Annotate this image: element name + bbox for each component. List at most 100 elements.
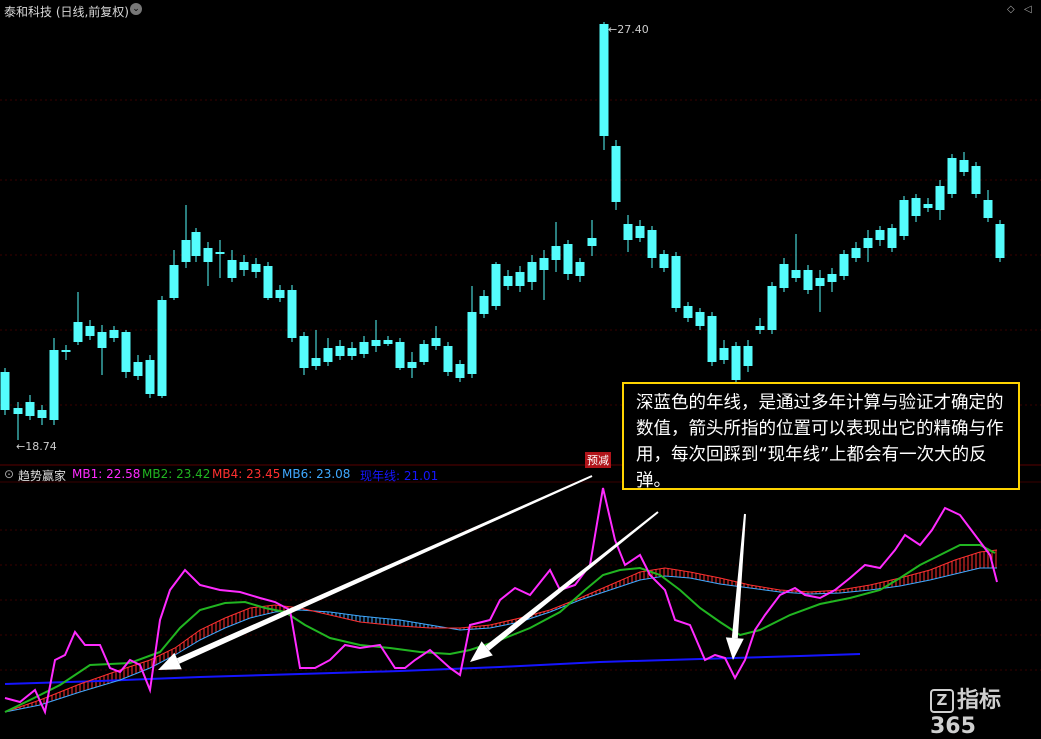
annotation-arrows <box>158 475 746 670</box>
candle <box>551 222 561 272</box>
indicator-lines <box>4 487 998 716</box>
candle <box>287 285 297 342</box>
candle <box>539 250 549 300</box>
candle <box>467 286 477 378</box>
candlestick-series <box>0 22 1005 440</box>
candle <box>359 336 369 358</box>
candle <box>755 318 765 334</box>
low-price-label: ←18.74 <box>16 440 57 453</box>
candle <box>491 262 501 310</box>
candle <box>49 338 59 425</box>
candle <box>935 180 945 220</box>
candle <box>239 255 249 276</box>
candle <box>599 22 609 150</box>
candle <box>899 196 909 240</box>
mb6-value: MB6: 23.08 <box>282 467 351 481</box>
candle <box>719 340 729 364</box>
annotation-box: 深蓝色的年线，是通过多年计算与验证才确定的数值，箭头所指的位置可以表现出它的精确… <box>622 382 1020 491</box>
candle <box>767 282 777 334</box>
candle <box>647 226 657 268</box>
mb-histogram <box>7 550 997 712</box>
candle <box>191 228 201 262</box>
candle <box>0 368 10 415</box>
candle <box>479 290 489 318</box>
candle <box>911 194 921 222</box>
candle <box>923 198 933 212</box>
candle <box>395 338 405 370</box>
candle <box>335 340 345 360</box>
candle <box>263 262 273 300</box>
arrow-icon <box>158 475 593 670</box>
candle <box>251 258 261 278</box>
candle <box>61 345 71 360</box>
watermark-logo: Z 指标365 <box>930 688 1002 739</box>
candle <box>455 360 465 382</box>
candle <box>527 255 537 290</box>
year-line-value: 现年线: 21.01 <box>360 469 439 483</box>
candle <box>611 140 621 210</box>
candle <box>971 162 981 198</box>
candle <box>707 312 717 366</box>
high-price-label: ←27.40 <box>608 23 649 36</box>
candle <box>743 340 753 372</box>
candle <box>97 325 107 375</box>
candle <box>85 320 95 340</box>
candle <box>407 352 417 378</box>
candle <box>503 270 513 290</box>
candle <box>215 240 225 278</box>
mb2-line <box>4 544 996 713</box>
candle <box>121 330 131 378</box>
candle <box>13 402 23 440</box>
year-line <box>4 653 861 685</box>
candle <box>803 265 813 294</box>
mb4-value: MB4: 23.45 <box>212 467 281 481</box>
candle <box>875 226 885 246</box>
candle <box>25 395 35 420</box>
candle <box>731 342 741 384</box>
candle <box>299 332 309 375</box>
candle <box>587 220 597 256</box>
candle <box>623 215 633 252</box>
candle <box>671 252 681 312</box>
candle <box>371 320 381 352</box>
candle <box>431 326 441 350</box>
candle <box>133 355 143 380</box>
candle <box>323 338 333 366</box>
candle <box>347 342 357 360</box>
indicator-name[interactable]: 趋势赢家 <box>18 467 66 484</box>
arrow-icon <box>470 511 659 662</box>
candle <box>383 336 393 346</box>
candle <box>275 285 285 302</box>
candle <box>145 355 155 398</box>
candle <box>73 292 83 345</box>
mb4-line <box>4 549 998 713</box>
candle <box>109 326 119 342</box>
candle <box>515 266 525 292</box>
candle <box>169 250 179 300</box>
candle <box>827 268 837 292</box>
candle <box>851 242 861 262</box>
logo-icon: Z <box>930 689 954 713</box>
mb2-value: MB2: 23.42 <box>142 467 211 481</box>
candle <box>419 340 429 365</box>
candle <box>815 270 825 312</box>
candle <box>203 242 213 286</box>
candle <box>181 205 191 268</box>
candle <box>695 308 705 330</box>
candle <box>887 224 897 252</box>
candle <box>575 258 585 282</box>
candle <box>983 190 993 222</box>
candle <box>995 220 1005 262</box>
candle <box>635 220 645 242</box>
indicator-icon[interactable]: ⊙ <box>4 467 14 481</box>
candle <box>659 250 669 272</box>
candle <box>791 234 801 282</box>
candle <box>779 258 789 292</box>
candle <box>563 240 573 280</box>
candle <box>683 302 693 322</box>
candle <box>863 230 873 262</box>
candle <box>839 250 849 280</box>
candle <box>947 154 957 198</box>
kline-chart[interactable] <box>0 0 1041 716</box>
candle <box>311 330 321 370</box>
